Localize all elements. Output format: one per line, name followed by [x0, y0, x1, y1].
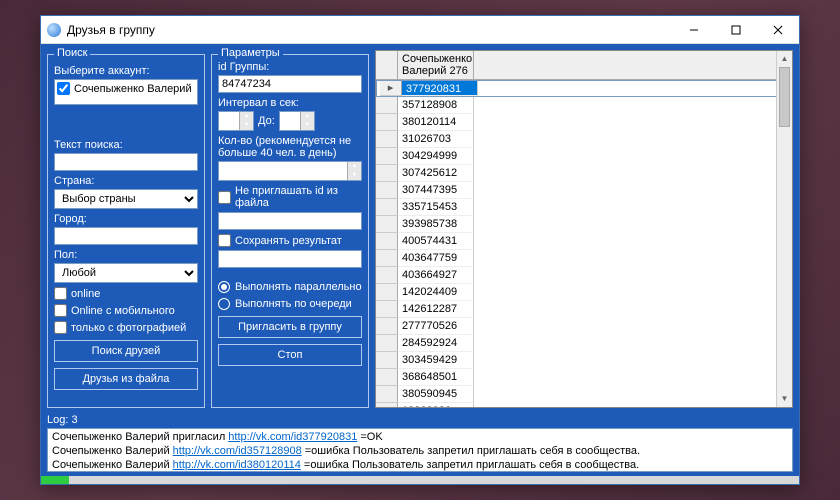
data-grid[interactable]: Сочепыженко Валерий 276 ▸377920831357128…	[375, 50, 793, 408]
status-progress	[41, 476, 69, 484]
account-item: Сочепыженко Валерий	[74, 83, 192, 95]
log-link[interactable]: http://vk.com/id377920831	[228, 431, 357, 443]
table-row[interactable]: 368648501	[376, 369, 792, 386]
table-row[interactable]: 303459429	[376, 352, 792, 369]
parallel-radio[interactable]	[218, 281, 230, 293]
table-row[interactable]: 393985738	[376, 216, 792, 233]
exclude-checkbox-row[interactable]: Не приглашать id из файла	[218, 185, 362, 209]
friends-from-file-button[interactable]: Друзья из файла	[54, 368, 198, 390]
save-file-input[interactable]	[218, 250, 362, 268]
table-row[interactable]: 307425612	[376, 165, 792, 182]
grid-body[interactable]: ▸377920831357128908380120114310267033042…	[376, 80, 792, 407]
log-line: Сочепыженко Валерий http://vk.com/id3801…	[52, 459, 788, 473]
city-input[interactable]	[54, 227, 198, 245]
table-row[interactable]: 403647759	[376, 250, 792, 267]
online-checkbox-row[interactable]: online	[54, 287, 198, 300]
country-label: Страна:	[54, 175, 198, 187]
table-row[interactable]: 307447395	[376, 182, 792, 199]
params-legend: Параметры	[218, 47, 283, 59]
sex-select[interactable]: Любой	[54, 263, 198, 283]
stop-button[interactable]: Стоп	[218, 344, 362, 366]
table-row[interactable]: 304294999	[376, 148, 792, 165]
grid-col-header[interactable]: Сочепыженко Валерий 276	[398, 51, 474, 79]
table-row[interactable]: 13368986	[376, 403, 792, 407]
invite-button[interactable]: Пригласить в группу	[218, 316, 362, 338]
table-row[interactable]: 142612287	[376, 301, 792, 318]
app-icon	[47, 23, 61, 37]
table-row[interactable]: 31026703	[376, 131, 792, 148]
photo-checkbox[interactable]	[54, 321, 67, 334]
titlebar[interactable]: Друзья в группу	[41, 16, 799, 44]
grid-header: Сочепыженко Валерий 276	[376, 51, 792, 80]
queue-radio-row[interactable]: Выполнять по очереди	[218, 298, 362, 310]
mobile-checkbox-row[interactable]: Online с мобильного	[54, 304, 198, 317]
city-label: Город:	[54, 213, 198, 225]
photo-checkbox-row[interactable]: только с фотографией	[54, 321, 198, 334]
search-text-label: Текст поиска:	[54, 139, 198, 151]
status-bar	[41, 476, 799, 484]
log-textbox[interactable]: Сочепыженко Валерий пригласил http://vk.…	[47, 428, 793, 472]
table-row[interactable]: 335715453	[376, 199, 792, 216]
count-label: Кол-во (рекомендуется не больше 40 чел. …	[218, 135, 362, 159]
log-label: Log: 3	[47, 414, 793, 426]
scroll-thumb[interactable]	[779, 67, 790, 127]
table-row[interactable]: 403664927	[376, 267, 792, 284]
close-button[interactable]	[757, 16, 799, 44]
account-label: Выберите аккаунт:	[54, 65, 198, 77]
maximize-button[interactable]	[715, 16, 757, 44]
params-group: Параметры id Группы: Интервал в сек: 5▲▼…	[211, 54, 369, 408]
log-link[interactable]: http://vk.com/id357128908	[173, 445, 302, 457]
log-link[interactable]: http://vk.com/id380120114	[173, 459, 301, 471]
table-row[interactable]: ▸377920831	[376, 80, 792, 97]
grid-scrollbar[interactable]: ▲ ▼	[776, 51, 792, 407]
scroll-up-icon[interactable]: ▲	[777, 51, 792, 67]
online-checkbox[interactable]	[54, 287, 67, 300]
count-stepper[interactable]: 40▲▼	[218, 161, 362, 181]
interval-to-stepper[interactable]: 10▲▼	[279, 111, 315, 131]
content-area: Поиск Выберите аккаунт: Сочепыженко Вале…	[41, 44, 799, 414]
gid-input[interactable]	[218, 75, 362, 93]
interval-from-stepper[interactable]: 5▲▼	[218, 111, 254, 131]
country-select[interactable]: Выбор страны	[54, 189, 198, 209]
mobile-checkbox[interactable]	[54, 304, 67, 317]
log-section: Log: 3 Сочепыженко Валерий пригласил htt…	[41, 414, 799, 476]
window-title: Друзья в группу	[67, 23, 673, 37]
table-row[interactable]: 142024409	[376, 284, 792, 301]
table-row[interactable]: 357128908	[376, 97, 792, 114]
table-row[interactable]: 380590945	[376, 386, 792, 403]
log-line: Сочепыженко Валерий http://vk.com/id3571…	[52, 445, 788, 459]
scroll-down-icon[interactable]: ▼	[777, 391, 792, 407]
table-row[interactable]: 380120114	[376, 114, 792, 131]
app-window: Друзья в группу Поиск Выберите аккаунт: …	[40, 15, 800, 485]
save-checkbox[interactable]	[218, 234, 231, 247]
table-row[interactable]: 284592924	[376, 335, 792, 352]
interval-to-label: До:	[258, 115, 275, 127]
search-text-input[interactable]	[54, 153, 198, 171]
table-row[interactable]: 400574431	[376, 233, 792, 250]
exclude-checkbox[interactable]	[218, 191, 231, 204]
parallel-radio-row[interactable]: Выполнять параллельно	[218, 281, 362, 293]
account-listbox[interactable]: Сочепыженко Валерий	[54, 79, 198, 105]
sex-label: Пол:	[54, 249, 198, 261]
log-line: Сочепыженко Валерий пригласил http://vk.…	[52, 431, 788, 445]
search-friends-button[interactable]: Поиск друзей	[54, 340, 198, 362]
interval-label: Интервал в сек:	[218, 97, 362, 109]
queue-radio[interactable]	[218, 298, 230, 310]
table-row[interactable]: 277770526	[376, 318, 792, 335]
search-legend: Поиск	[54, 47, 90, 59]
grid-corner	[376, 51, 398, 79]
minimize-button[interactable]	[673, 16, 715, 44]
gid-label: id Группы:	[218, 61, 362, 73]
save-checkbox-row[interactable]: Сохранять результат	[218, 234, 362, 247]
account-checkbox[interactable]	[57, 82, 70, 95]
exclude-file-input[interactable]	[218, 212, 362, 230]
search-group: Поиск Выберите аккаунт: Сочепыженко Вале…	[47, 54, 205, 408]
